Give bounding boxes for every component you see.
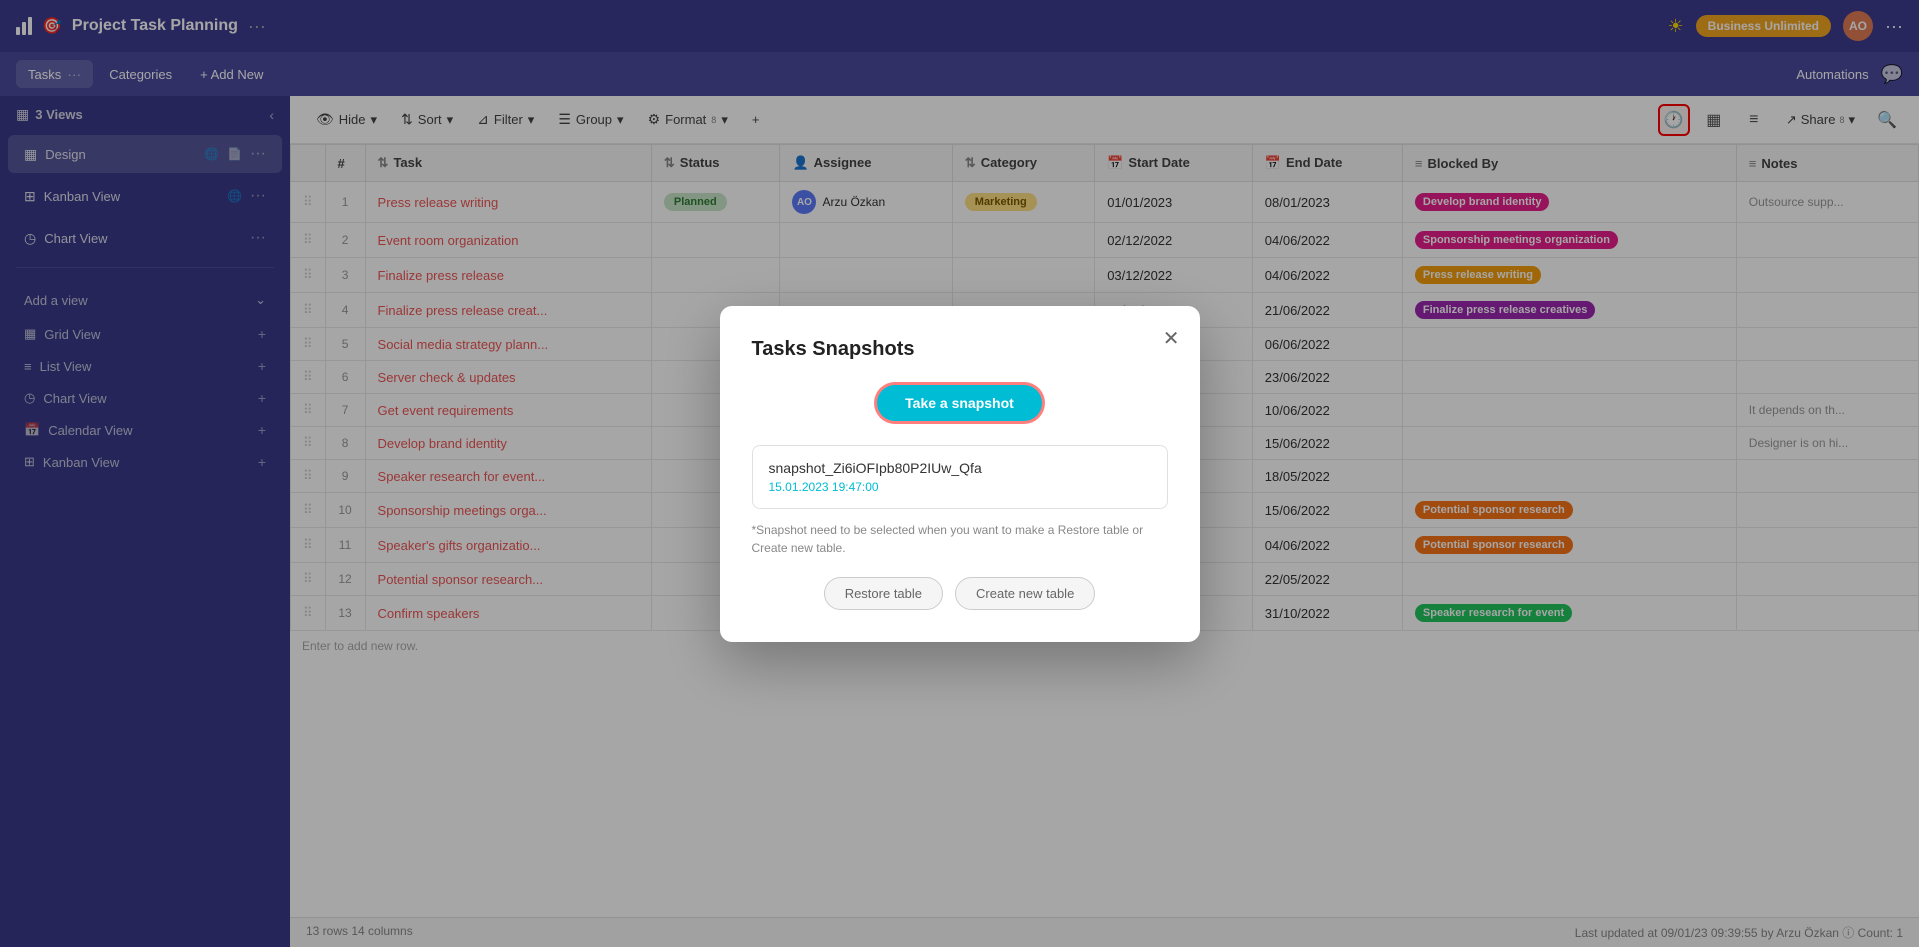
modal-title: Tasks Snapshots xyxy=(752,338,1168,361)
snapshot-name: snapshot_Zi6iOFIpb80P2IUw_Qfa xyxy=(769,460,1151,476)
snapshot-item[interactable]: snapshot_Zi6iOFIpb80P2IUw_Qfa 15.01.2023… xyxy=(752,445,1168,509)
take-snapshot-button[interactable]: Take a snapshot xyxy=(877,385,1042,421)
modal-overlay[interactable]: Tasks Snapshots ✕ Take a snapshot snapsh… xyxy=(0,0,1919,947)
create-table-button[interactable]: Create new table xyxy=(955,577,1095,610)
snapshots-modal: Tasks Snapshots ✕ Take a snapshot snapsh… xyxy=(720,306,1200,642)
modal-close-button[interactable]: ✕ xyxy=(1163,326,1180,351)
modal-actions: Restore table Create new table xyxy=(752,577,1168,610)
snapshot-date: 15.01.2023 19:47:00 xyxy=(769,480,1151,494)
snapshot-note: *Snapshot need to be selected when you w… xyxy=(752,521,1168,557)
restore-table-button[interactable]: Restore table xyxy=(824,577,943,610)
